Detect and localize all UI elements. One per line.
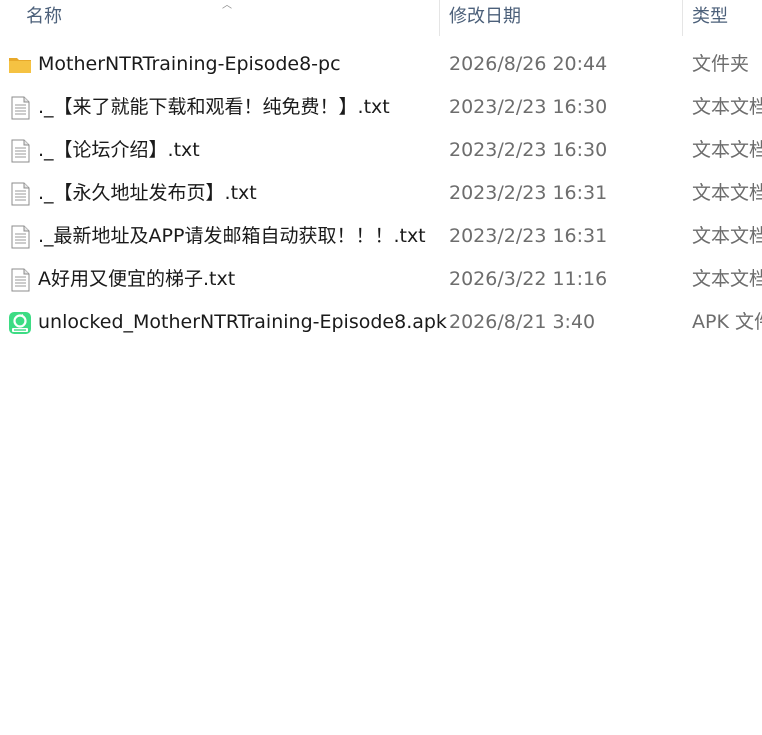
file-modified-date: 2023/2/23 16:31: [449, 182, 608, 204]
column-header-date-modified[interactable]: 修改日期: [449, 0, 521, 36]
file-modified-date: 2023/2/23 16:31: [449, 225, 608, 247]
file-modified-date: 2026/8/21 3:40: [449, 311, 596, 333]
text-file-icon: [8, 96, 32, 120]
column-divider[interactable]: [439, 0, 440, 36]
text-file-icon: [8, 139, 32, 163]
file-name: A好用又便宜的梯子.txt: [38, 268, 236, 290]
file-row[interactable]: A好用又便宜的梯子.txt 2026/3/22 11:16 文本文档: [0, 258, 762, 301]
file-type: 文本文档: [692, 182, 762, 204]
file-row[interactable]: unlocked_MotherNTRTraining-Episode8.apk …: [0, 301, 762, 344]
file-name: MotherNTRTraining-Episode8-pc: [38, 53, 341, 75]
file-modified-date: 2023/2/23 16:30: [449, 139, 608, 161]
file-modified-date: 2026/3/22 11:16: [449, 268, 608, 290]
file-type: APK 文件: [692, 311, 762, 333]
file-list: MotherNTRTraining-Episode8-pc 2026/8/26 …: [0, 43, 762, 344]
file-name: ._【论坛介绍】.txt: [38, 139, 200, 161]
file-type: 文本文档: [692, 96, 762, 118]
column-divider[interactable]: [682, 0, 683, 36]
column-header-bar: ︿ 名称 修改日期 类型: [0, 0, 762, 36]
text-file-icon: [8, 268, 32, 292]
file-row[interactable]: ._【来了就能下载和观看！纯免费！】.txt 2023/2/23 16:30 文…: [0, 86, 762, 129]
file-modified-date: 2023/2/23 16:30: [449, 96, 608, 118]
text-file-icon: [8, 225, 32, 249]
file-type: 文本文档: [692, 225, 762, 247]
text-file-icon: [8, 182, 32, 206]
file-row[interactable]: ._最新地址及APP请发邮箱自动获取！！！.txt 2023/2/23 16:3…: [0, 215, 762, 258]
file-explorer-list-view: ︿ 名称 修改日期 类型 MotherNTRTraining-Episode8-…: [0, 0, 762, 735]
file-name: ._【来了就能下载和观看！纯免费！】.txt: [38, 96, 390, 118]
file-modified-date: 2026/8/26 20:44: [449, 53, 608, 75]
file-type: 文本文档: [692, 139, 762, 161]
folder-icon: [8, 53, 32, 77]
file-name: ._最新地址及APP请发邮箱自动获取！！！.txt: [38, 225, 426, 247]
file-type: 文件夹: [692, 53, 750, 75]
file-type: 文本文档: [692, 268, 762, 290]
file-name: unlocked_MotherNTRTraining-Episode8.apk: [38, 311, 447, 333]
sort-caret-icon: ︿: [222, 0, 232, 11]
file-name: ._【永久地址发布页】.txt: [38, 182, 257, 204]
file-row[interactable]: MotherNTRTraining-Episode8-pc 2026/8/26 …: [0, 43, 762, 86]
apk-file-icon: [8, 311, 32, 335]
file-row[interactable]: ._【永久地址发布页】.txt 2023/2/23 16:31 文本文档: [0, 172, 762, 215]
column-header-name[interactable]: 名称: [26, 0, 62, 36]
file-row[interactable]: ._【论坛介绍】.txt 2023/2/23 16:30 文本文档: [0, 129, 762, 172]
column-header-type[interactable]: 类型: [692, 0, 728, 36]
